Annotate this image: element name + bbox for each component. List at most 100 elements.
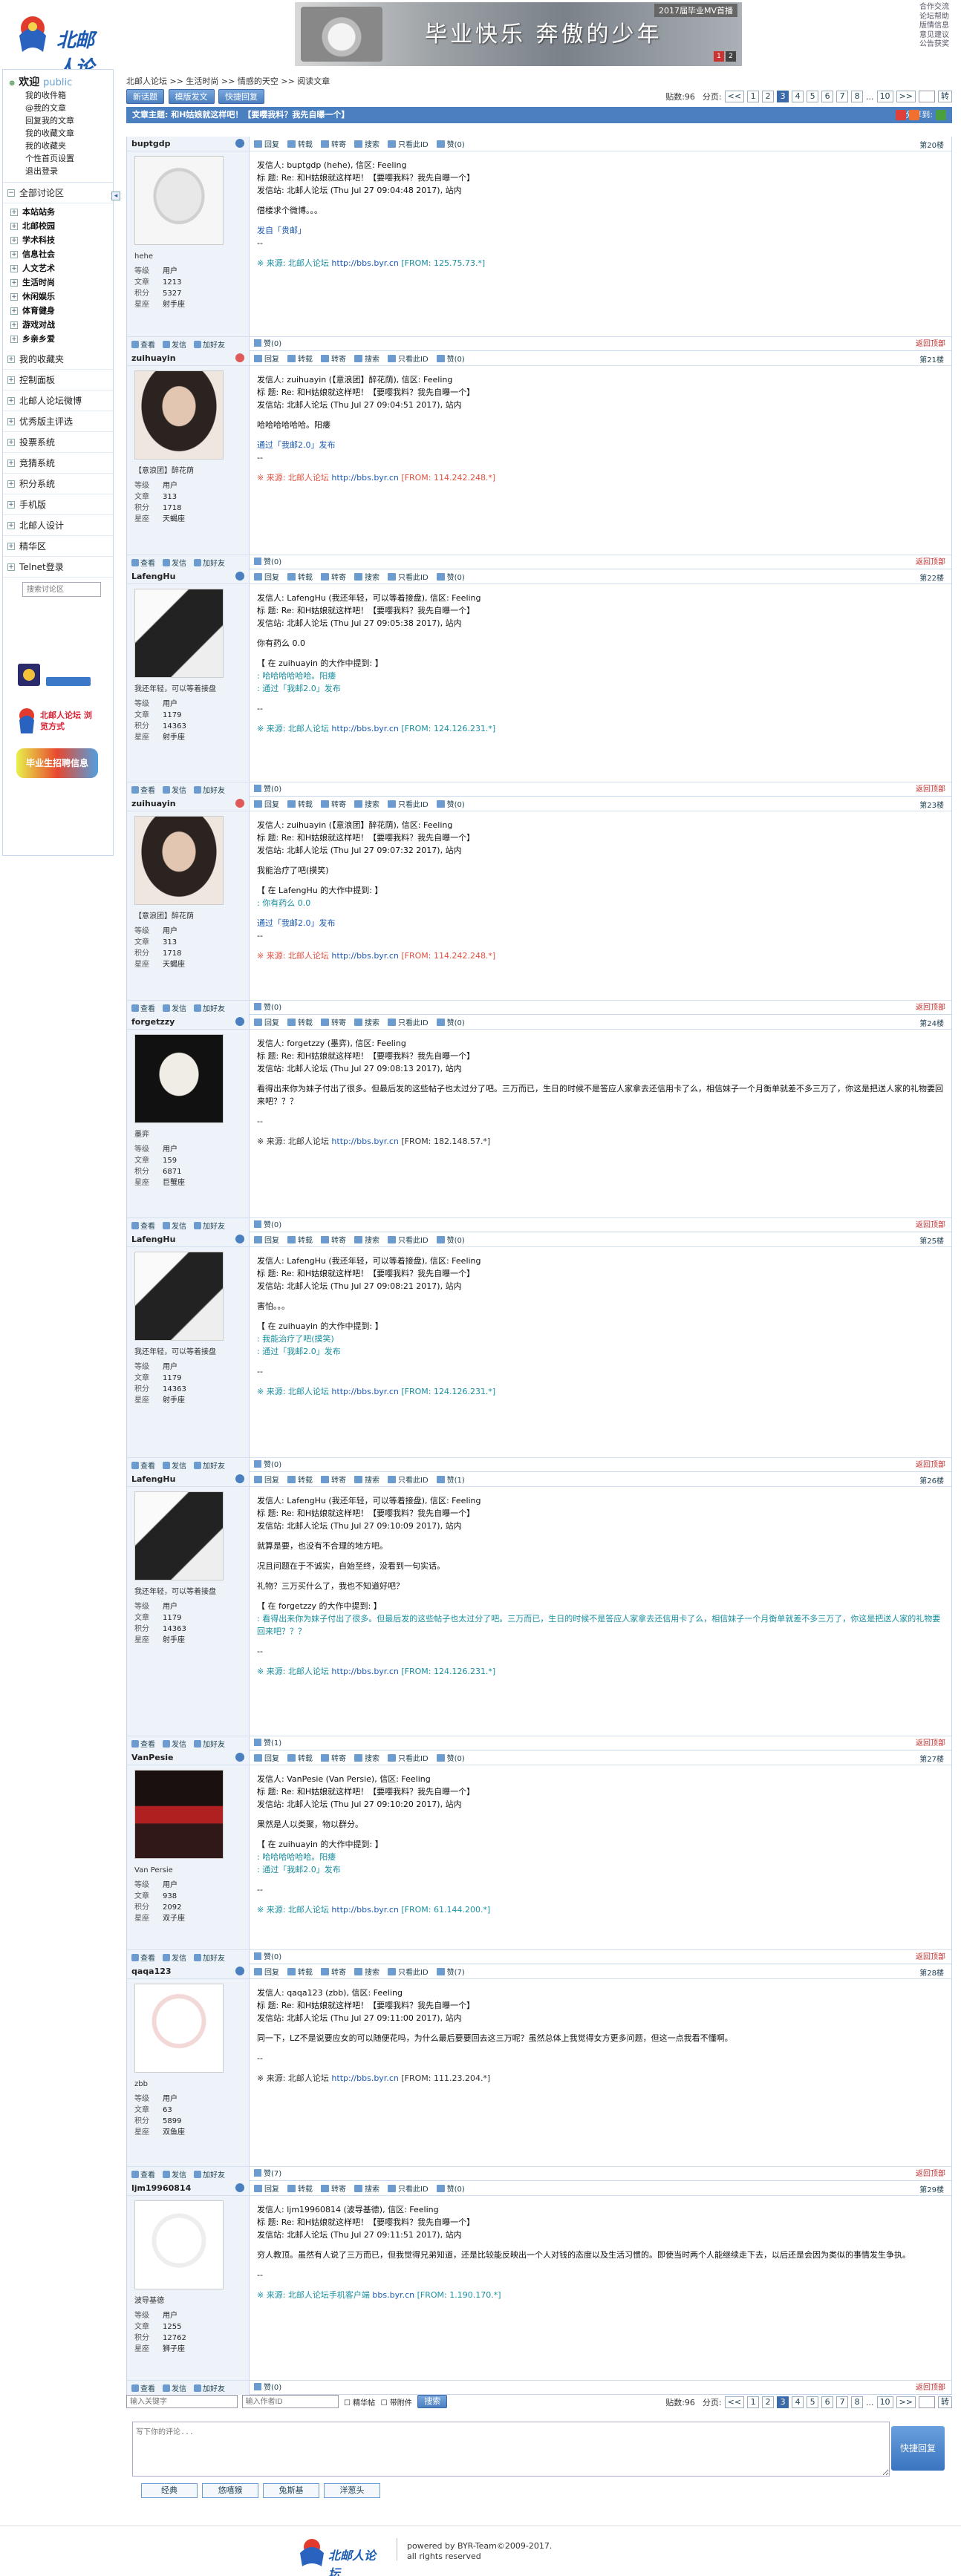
repost-action[interactable]: 转载 bbox=[287, 138, 313, 149]
page-link[interactable]: 5 bbox=[807, 2396, 819, 2408]
user-link[interactable]: @我的文章 bbox=[9, 102, 107, 114]
author-id[interactable]: zuihuayin bbox=[131, 353, 176, 363]
floor-number[interactable]: 第23楼 bbox=[919, 799, 944, 810]
only-this-id-action[interactable]: 只看此ID bbox=[388, 2183, 429, 2194]
repost-action[interactable]: 转载 bbox=[287, 1966, 313, 1977]
sidebar-section[interactable]: + 北邮人设计 bbox=[3, 515, 113, 536]
back-to-top-link[interactable]: 返回顶部 bbox=[916, 555, 945, 570]
view-button[interactable]: 查看 bbox=[131, 784, 155, 795]
message-button[interactable]: 发信 bbox=[163, 1220, 186, 1231]
like-action[interactable]: 赞(1) bbox=[436, 1474, 465, 1485]
back-to-top-link[interactable]: 返回顶部 bbox=[916, 1950, 945, 1965]
add-friend-button[interactable]: 加好友 bbox=[194, 557, 225, 568]
floor-number[interactable]: 第29楼 bbox=[919, 2183, 944, 2194]
page-link[interactable]: 10 bbox=[876, 2396, 893, 2408]
back-to-top-link[interactable]: 返回顶部 bbox=[916, 782, 945, 797]
avatar[interactable] bbox=[134, 1770, 224, 1859]
page-link[interactable]: 7 bbox=[836, 91, 849, 102]
like-action[interactable]: 赞(0) bbox=[436, 798, 465, 809]
post-signature[interactable]: 通过「我邮2.0」发布 bbox=[257, 439, 944, 451]
page-link[interactable]: 1 bbox=[747, 91, 760, 102]
avatar[interactable] bbox=[134, 1984, 224, 2073]
only-this-id-action[interactable]: 只看此ID bbox=[388, 1016, 429, 1027]
banner-page-2[interactable]: 2 bbox=[726, 51, 736, 62]
reply-action[interactable]: 回复 bbox=[254, 1966, 279, 1977]
top-link[interactable]: 合作交流 bbox=[919, 3, 961, 13]
add-friend-button[interactable]: 加好友 bbox=[194, 1002, 225, 1013]
weibo-ad[interactable] bbox=[16, 661, 98, 689]
repost-action[interactable]: 转载 bbox=[287, 798, 313, 809]
only-this-id-action[interactable]: 只看此ID bbox=[388, 1234, 429, 1245]
floor-number[interactable]: 第25楼 bbox=[919, 1235, 944, 1246]
emoticon-tab[interactable]: 洋葱头 bbox=[324, 2483, 380, 2498]
floor-number[interactable]: 第28楼 bbox=[919, 1967, 944, 1978]
source-link[interactable]: http://bbs.byr.cn bbox=[331, 1137, 398, 1146]
back-to-top-link[interactable]: 返回顶部 bbox=[916, 337, 945, 352]
message-button[interactable]: 发信 bbox=[163, 1459, 186, 1471]
only-this-id-action[interactable]: 只看此ID bbox=[388, 1752, 429, 1763]
back-to-top-link[interactable]: 返回顶部 bbox=[916, 1736, 945, 1751]
floor-number[interactable]: 第27楼 bbox=[919, 1753, 944, 1764]
repost-action[interactable]: 转载 bbox=[287, 1016, 313, 1027]
source-link[interactable]: bbs.byr.cn bbox=[372, 2290, 414, 2300]
template-post-button[interactable]: 模版发文 bbox=[168, 89, 215, 104]
keyword-search-input[interactable] bbox=[126, 2395, 238, 2408]
message-button[interactable]: 发信 bbox=[163, 1952, 186, 1963]
page-link[interactable]: 5 bbox=[807, 91, 819, 102]
page-link[interactable]: 4 bbox=[792, 2396, 804, 2408]
source-link[interactable]: http://bbs.byr.cn bbox=[331, 1667, 398, 1676]
like-action[interactable]: 赞(7) bbox=[436, 1966, 465, 1977]
emoticon-tab[interactable]: 悠嘻猴 bbox=[202, 2483, 258, 2498]
like-footer-button[interactable]: 赞(0) bbox=[254, 558, 281, 566]
username[interactable]: public bbox=[43, 77, 72, 88]
page-link[interactable]: 7 bbox=[836, 2396, 849, 2408]
search-action[interactable]: 搜索 bbox=[354, 1966, 379, 1977]
avatar[interactable] bbox=[134, 2200, 224, 2289]
view-button[interactable]: 查看 bbox=[131, 1738, 155, 1749]
author-id[interactable]: ljm19960814 bbox=[131, 2183, 191, 2193]
browse-ad[interactable]: 北邮人论坛 浏览方式 bbox=[16, 705, 98, 736]
sidebar-section[interactable]: + 北邮人论坛微博 bbox=[3, 390, 113, 411]
page-link[interactable]: 8 bbox=[851, 91, 864, 102]
page-jump-input[interactable] bbox=[919, 2396, 935, 2408]
board-item[interactable]: + 人文艺术 bbox=[10, 261, 113, 275]
author-id[interactable]: LafengHu bbox=[131, 572, 175, 581]
reply-action[interactable]: 回复 bbox=[254, 798, 279, 809]
message-button[interactable]: 发信 bbox=[163, 557, 186, 568]
forward-action[interactable]: 转寄 bbox=[321, 1234, 346, 1245]
toggle-icon[interactable]: ⊕ bbox=[9, 79, 15, 88]
forward-action[interactable]: 转寄 bbox=[321, 138, 346, 149]
like-action[interactable]: 赞(0) bbox=[436, 353, 465, 364]
like-action[interactable]: 赞(0) bbox=[436, 571, 465, 582]
share-renren-icon[interactable] bbox=[909, 110, 919, 120]
forward-action[interactable]: 转寄 bbox=[321, 798, 346, 809]
digest-check[interactable]: ☐ 精华帖 bbox=[344, 2396, 375, 2407]
search-action[interactable]: 搜索 bbox=[354, 1016, 379, 1027]
post-signature[interactable]: 发自「贵邮」 bbox=[257, 224, 944, 237]
user-link[interactable]: 退出登录 bbox=[9, 165, 107, 177]
search-action[interactable]: 搜索 bbox=[354, 798, 379, 809]
board-item[interactable]: + 休闲娱乐 bbox=[10, 290, 113, 304]
search-action[interactable]: 搜索 bbox=[354, 1234, 379, 1245]
like-footer-button[interactable]: 赞(1) bbox=[254, 1739, 281, 1748]
add-friend-button[interactable]: 加好友 bbox=[194, 1952, 225, 1963]
message-button[interactable]: 发信 bbox=[163, 1738, 186, 1749]
page-last[interactable]: >> bbox=[896, 91, 916, 102]
banner-ad[interactable]: 毕业快乐 奔傲的少年 2017届毕业MV首播 1 2 bbox=[295, 2, 742, 66]
top-link[interactable]: 论坛帮助 bbox=[919, 13, 961, 22]
footer-logo[interactable]: 北邮人论坛 bbox=[297, 2537, 386, 2576]
reply-action[interactable]: 回复 bbox=[254, 353, 279, 364]
view-button[interactable]: 查看 bbox=[131, 1459, 155, 1471]
only-this-id-action[interactable]: 只看此ID bbox=[388, 1966, 429, 1977]
forward-action[interactable]: 转寄 bbox=[321, 1966, 346, 1977]
post-signature[interactable]: 通过「我邮2.0」发布 bbox=[257, 917, 944, 929]
avatar[interactable] bbox=[134, 1491, 224, 1580]
back-to-top-link[interactable]: 返回顶部 bbox=[916, 1218, 945, 1233]
page-link[interactable]: 6 bbox=[821, 91, 834, 102]
sidebar-section[interactable]: + 竞猜系统 bbox=[3, 453, 113, 474]
forward-action[interactable]: 转寄 bbox=[321, 353, 346, 364]
message-button[interactable]: 发信 bbox=[163, 2382, 186, 2393]
only-this-id-action[interactable]: 只看此ID bbox=[388, 138, 429, 149]
repost-action[interactable]: 转载 bbox=[287, 1752, 313, 1763]
page-link[interactable]: 8 bbox=[851, 2396, 864, 2408]
